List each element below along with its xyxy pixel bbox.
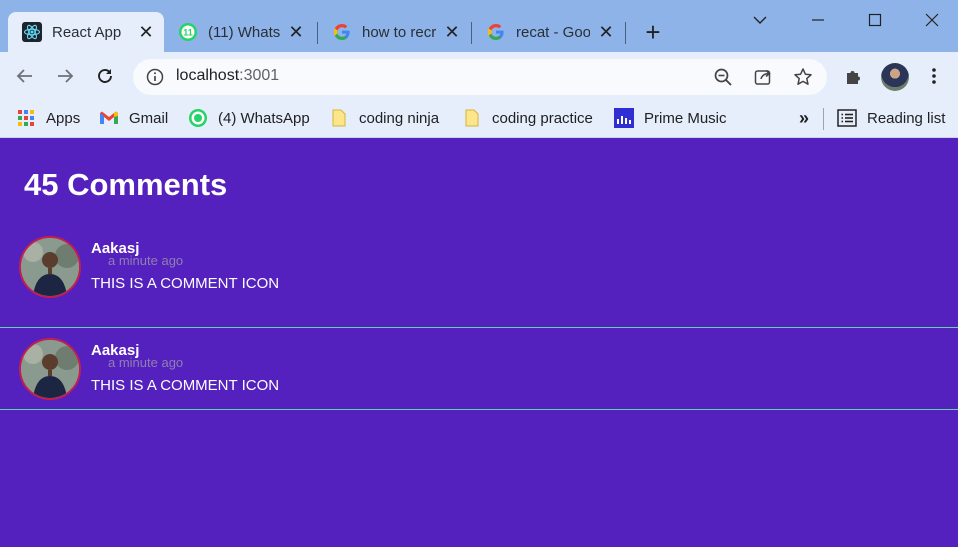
tab-whatsapp[interactable]: 11 (11) WhatsApp ✕ bbox=[164, 12, 314, 52]
apps-grid-icon bbox=[16, 108, 36, 128]
tab-title: recat - Google bbox=[516, 23, 590, 41]
tab-divider bbox=[625, 22, 626, 44]
bookmark-label: Prime Music bbox=[644, 109, 727, 127]
page-content: 45 Comments Aakasj a minute ago THIS IS … bbox=[0, 139, 958, 547]
forward-arrow-icon[interactable] bbox=[51, 62, 79, 90]
bookmarks-bar: Apps Gmail (4) WhatsApp coding ninja cod… bbox=[0, 100, 958, 138]
reload-icon[interactable] bbox=[91, 62, 119, 90]
bookmark-label: coding ninja bbox=[359, 109, 440, 127]
zoom-out-icon[interactable] bbox=[713, 67, 733, 87]
prime-music-icon bbox=[614, 108, 634, 128]
close-tab-icon[interactable]: ✕ bbox=[286, 22, 306, 42]
url-port: :3001 bbox=[239, 67, 280, 84]
tab-title: React App bbox=[52, 23, 122, 41]
tab-title: how to recreate bbox=[362, 23, 436, 41]
tab-recat-google[interactable]: recat - Google ✕ bbox=[472, 12, 624, 52]
share-icon[interactable] bbox=[753, 67, 773, 87]
close-window-icon[interactable] bbox=[920, 8, 944, 32]
bookmark-label: Gmail bbox=[129, 109, 169, 127]
google-icon bbox=[332, 22, 352, 42]
bookmark-star-icon[interactable] bbox=[793, 67, 813, 87]
reading-list-label: Reading list bbox=[867, 109, 946, 127]
bookmark-prime-music[interactable]: Prime Music bbox=[614, 106, 727, 130]
comment-timestamp: a minute ago bbox=[108, 355, 184, 370]
bookmarks-overflow-icon[interactable]: » bbox=[799, 106, 809, 130]
menu-kebab-icon[interactable] bbox=[922, 64, 946, 88]
bookmark-label: coding practice bbox=[492, 109, 593, 127]
bookmark-coding-ninja[interactable]: coding ninja bbox=[329, 106, 439, 130]
tab-how-to-recreate[interactable]: how to recreate ✕ bbox=[318, 12, 470, 52]
back-arrow-icon[interactable] bbox=[11, 62, 39, 90]
bookmark-gmail[interactable]: Gmail bbox=[99, 106, 168, 130]
url-host: localhost bbox=[176, 67, 240, 84]
comments-count-heading: 45 Comments bbox=[24, 167, 228, 202]
browser-toolbar: localhost:3001 bbox=[0, 52, 958, 100]
comment-text: THIS IS A COMMENT ICON bbox=[91, 377, 280, 394]
comment-timestamp: a minute ago bbox=[108, 253, 184, 268]
bookmark-whatsapp[interactable]: (4) WhatsApp bbox=[188, 106, 310, 130]
folder-icon bbox=[329, 108, 349, 128]
bookmark-apps[interactable]: Apps bbox=[16, 106, 80, 130]
tab-react-app[interactable]: React App ✕ bbox=[8, 12, 164, 52]
profile-avatar[interactable] bbox=[881, 63, 909, 91]
close-tab-icon[interactable]: ✕ bbox=[136, 22, 156, 42]
tab-strip: React App ✕ 11 (11) WhatsApp ✕ how to re… bbox=[0, 0, 958, 52]
bookmark-label: Apps bbox=[46, 109, 81, 127]
react-icon bbox=[22, 22, 42, 42]
whatsapp-icon: 11 bbox=[178, 22, 198, 42]
avatar bbox=[19, 236, 81, 298]
whatsapp-badge: 11 bbox=[183, 28, 193, 38]
avatar bbox=[19, 338, 81, 400]
google-icon bbox=[486, 22, 506, 42]
tab-search-chevron-icon[interactable] bbox=[748, 8, 772, 32]
comment-item: Aakasj a minute ago THIS IS A COMMENT IC… bbox=[0, 235, 958, 328]
bookmark-label: (4) WhatsApp bbox=[218, 109, 310, 127]
tab-title: (11) WhatsApp bbox=[208, 23, 280, 41]
maximize-icon[interactable] bbox=[863, 8, 887, 32]
comment-text: THIS IS A COMMENT ICON bbox=[91, 275, 280, 292]
gmail-icon bbox=[99, 108, 119, 128]
whatsapp-icon bbox=[188, 108, 208, 128]
close-tab-icon[interactable]: ✕ bbox=[596, 22, 616, 42]
reading-list-icon bbox=[837, 108, 857, 128]
new-tab-icon[interactable]: + bbox=[640, 19, 666, 46]
close-tab-icon[interactable]: ✕ bbox=[442, 22, 462, 42]
reading-list-button[interactable]: Reading list bbox=[837, 106, 945, 130]
comment-item: Aakasj a minute ago THIS IS A COMMENT IC… bbox=[0, 328, 958, 410]
bookmarks-divider bbox=[823, 108, 824, 130]
bookmark-coding-practice[interactable]: coding practice bbox=[462, 106, 593, 130]
site-info-icon[interactable] bbox=[145, 67, 165, 87]
minimize-icon[interactable] bbox=[806, 8, 830, 32]
extensions-puzzle-icon[interactable] bbox=[842, 64, 866, 88]
address-bar[interactable]: localhost:3001 bbox=[133, 59, 827, 95]
url-text[interactable]: localhost:3001 bbox=[176, 67, 279, 85]
folder-icon bbox=[462, 108, 482, 128]
